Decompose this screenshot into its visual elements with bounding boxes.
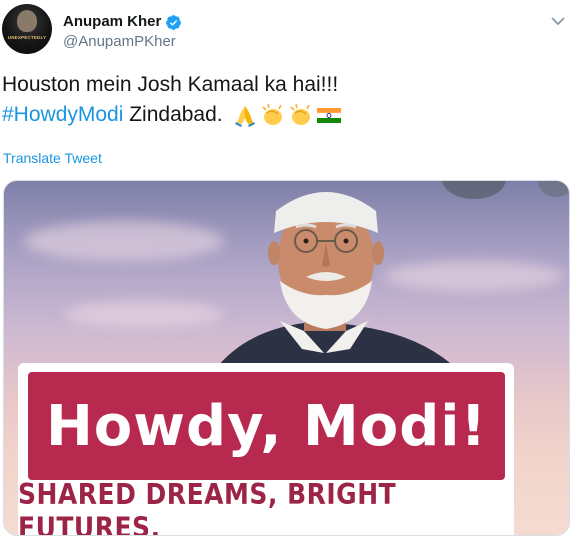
folded-hands-icon — [235, 106, 256, 128]
author-handle[interactable]: @AnupamPKher — [63, 33, 176, 51]
emoji-row — [232, 103, 344, 128]
sign-subtitle: SHARED DREAMS, BRIGHT FUTURES. — [18, 477, 397, 536]
tweet-text: Houston mein Josh Kamaal ka hai!!! #Howd… — [2, 70, 562, 130]
author-name-row: Anupam Kher — [63, 13, 182, 31]
sign-title: Howdy, Modi! — [45, 393, 488, 459]
hashtag-link[interactable]: #HowdyModi — [2, 103, 123, 126]
translate-tweet-link[interactable]: Translate Tweet — [3, 149, 102, 167]
india-flag-icon — [317, 108, 342, 124]
author-display-name[interactable]: Anupam Kher — [63, 13, 161, 31]
tweet-text-line-2: #HowdyModi Zindabad. — [2, 100, 562, 130]
clapping-hands-icon — [262, 104, 283, 126]
tweet-card: UNEXPECTEDLY Anupam Kher @AnupamPKher Ho… — [0, 0, 576, 544]
verified-badge-icon — [166, 14, 182, 30]
tweet-media-image[interactable]: Howdy, Modi! SHARED DREAMS, BRIGHT FUTUR… — [3, 180, 570, 536]
clapping-hands-icon — [290, 104, 311, 126]
avatar-caption: UNEXPECTEDLY — [7, 35, 47, 40]
tweet-text-rest: Zindabad. — [123, 103, 229, 126]
avatar-face — [17, 10, 37, 32]
chevron-down-icon[interactable] — [551, 16, 565, 26]
avatar[interactable]: UNEXPECTEDLY — [2, 4, 52, 54]
tweet-text-line-1: Houston mein Josh Kamaal ka hai!!! — [2, 73, 339, 96]
